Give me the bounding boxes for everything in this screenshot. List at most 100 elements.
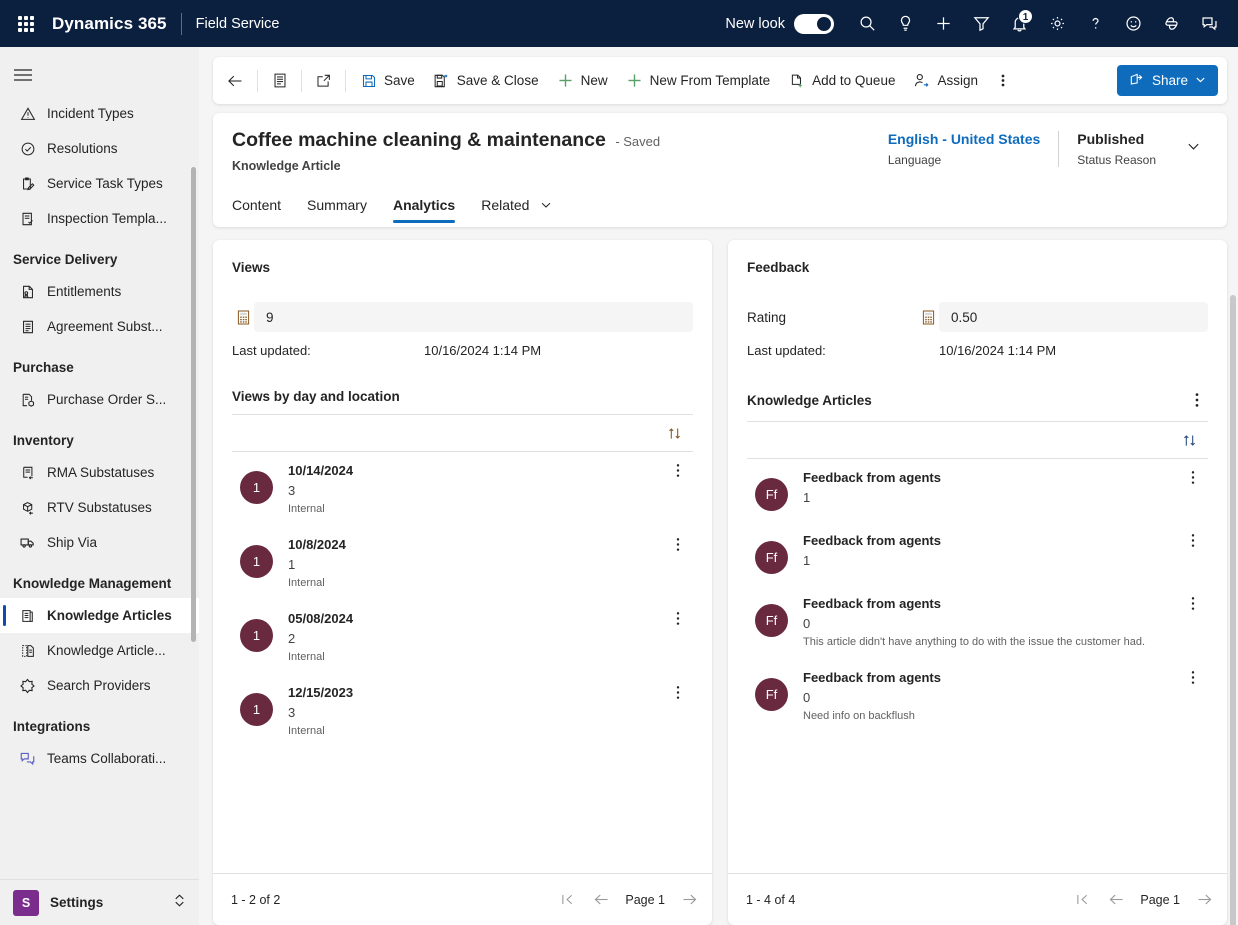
sidebar-item-search-providers[interactable]: Search Providers xyxy=(0,668,199,703)
main-scrollbar[interactable] xyxy=(1230,295,1236,925)
feedback-panel: Feedback Rating 0.50 Last updated: 10/16… xyxy=(728,240,1227,925)
sidebar-item-resolutions[interactable]: Resolutions xyxy=(0,131,199,166)
feedback-last-updated-value: 10/16/2024 1:14 PM xyxy=(939,343,1057,359)
table-row[interactable]: Ff Feedback from agents 0 This article d… xyxy=(747,585,1208,659)
table-row[interactable]: 1 10/8/2024 1 Internal xyxy=(232,526,693,600)
first-page-icon[interactable] xyxy=(554,887,580,913)
first-page-icon[interactable] xyxy=(1069,887,1095,913)
status-badge[interactable]: Published xyxy=(1077,131,1156,147)
save-label: Save xyxy=(384,73,415,88)
question-icon[interactable] xyxy=(1076,5,1114,43)
row-more-options-icon[interactable] xyxy=(1182,533,1204,559)
bell-icon[interactable]: 1 xyxy=(1000,5,1038,43)
gear-icon[interactable] xyxy=(1038,5,1076,43)
table-row[interactable]: Ff Feedback from agents 1 xyxy=(747,459,1208,522)
views-panel-title: Views xyxy=(232,260,271,276)
document-lines-icon xyxy=(19,318,36,335)
row-more-options-icon[interactable] xyxy=(667,463,689,489)
table-row[interactable]: Ff Feedback from agents 1 xyxy=(747,522,1208,585)
row-more-options-icon[interactable] xyxy=(667,685,689,711)
sidebar-item-purchase-order-substatuses[interactable]: Purchase Order S... xyxy=(0,382,199,417)
row-body: Feedback from agents 0 This article didn… xyxy=(788,596,1182,648)
search-icon[interactable] xyxy=(848,5,886,43)
header-field-language[interactable]: English - United States Language xyxy=(870,131,1058,167)
sidebar-scrollbar[interactable] xyxy=(191,167,196,642)
feedback-record-count: 1 - 4 of 4 xyxy=(746,892,796,907)
back-arrow-icon[interactable] xyxy=(219,64,252,97)
feedback-icon[interactable] xyxy=(1190,5,1228,43)
views-count-field: 9 xyxy=(254,302,693,333)
row-body: 10/14/2024 3 Internal xyxy=(273,463,667,515)
sort-icon[interactable] xyxy=(661,420,687,446)
sidebar-item-incident-types[interactable]: Incident Types xyxy=(0,96,199,131)
save-and-close-label: Save & Close xyxy=(456,73,539,88)
sidebar-footer-settings[interactable]: S Settings xyxy=(0,879,199,925)
sidebar-item-rma-substatuses[interactable]: RMA Substatuses xyxy=(0,455,199,490)
sidebar-item-service-task-types[interactable]: Service Task Types xyxy=(0,166,199,201)
share-button[interactable]: Share xyxy=(1116,65,1218,96)
table-row[interactable]: 1 05/08/2024 2 Internal xyxy=(232,600,693,674)
teams-icon xyxy=(19,750,36,767)
rating-metric-row: Rating 0.50 xyxy=(747,302,1208,333)
waffle-icon[interactable] xyxy=(8,6,44,42)
tab-related[interactable]: Related xyxy=(468,189,565,227)
new-from-template-button[interactable]: New From Template xyxy=(617,64,780,97)
hamburger-menu-icon[interactable] xyxy=(0,54,199,96)
feedback-count: 0 xyxy=(803,616,811,632)
open-in-new-icon[interactable] xyxy=(307,64,340,97)
sidebar-item-inspection-templates[interactable]: Inspection Templa... xyxy=(0,201,199,236)
sidebar-item-agreement-substatuses[interactable]: Agreement Subst... xyxy=(0,309,199,344)
more-options-icon[interactable] xyxy=(987,64,1018,97)
sidebar-item-ship-via[interactable]: Ship Via xyxy=(0,525,199,560)
tab-content[interactable]: Content xyxy=(232,189,294,227)
table-row[interactable]: 1 10/14/2024 3 Internal xyxy=(232,452,693,526)
tab-summary[interactable]: Summary xyxy=(294,189,380,227)
previous-page-icon[interactable] xyxy=(588,887,614,913)
expand-chevron-icon[interactable] xyxy=(172,893,187,913)
add-to-queue-button[interactable]: Add to Queue xyxy=(779,64,904,97)
grid-more-options-icon[interactable] xyxy=(1186,389,1208,411)
row-body: Feedback from agents 0 Need info on back… xyxy=(788,670,1182,722)
next-page-icon[interactable] xyxy=(676,887,702,913)
header-field-status-reason[interactable]: Published Status Reason xyxy=(1058,131,1174,167)
new-look-label: New look xyxy=(725,15,785,32)
row-body: 12/15/2023 3 Internal xyxy=(273,685,667,737)
sidebar-item-entitlements[interactable]: Entitlements xyxy=(0,274,199,309)
table-row[interactable]: 1 12/15/2023 3 Internal xyxy=(232,674,693,748)
header-expand-chevron-icon[interactable] xyxy=(1178,131,1208,161)
feedback-count: 0 xyxy=(803,690,811,706)
sort-icon[interactable] xyxy=(1176,427,1202,453)
row-more-options-icon[interactable] xyxy=(667,611,689,637)
assign-button[interactable]: Assign xyxy=(904,64,987,97)
row-more-options-icon[interactable] xyxy=(1182,670,1204,696)
row-more-options-icon[interactable] xyxy=(667,537,689,563)
save-button[interactable]: Save xyxy=(351,64,424,97)
new-button[interactable]: New xyxy=(548,64,617,97)
lightbulb-icon[interactable] xyxy=(886,5,924,43)
form-list-icon[interactable] xyxy=(263,64,296,97)
previous-page-icon[interactable] xyxy=(1103,887,1129,913)
new-look-toggle-group[interactable]: New look xyxy=(725,13,834,34)
sidebar-item-teams-collaboration[interactable]: Teams Collaborati... xyxy=(0,741,199,776)
copilot-icon[interactable] xyxy=(1152,5,1190,43)
save-and-close-button[interactable]: Save & Close xyxy=(424,64,548,97)
language-value[interactable]: English - United States xyxy=(888,131,1040,147)
sidebar-item-knowledge-article-templates[interactable]: Knowledge Article... xyxy=(0,633,199,668)
smiley-icon[interactable] xyxy=(1114,5,1152,43)
tab-analytics[interactable]: Analytics xyxy=(380,189,468,227)
plus-icon[interactable] xyxy=(924,5,962,43)
app-name[interactable]: Field Service xyxy=(196,16,280,32)
row-body: 10/8/2024 1 Internal xyxy=(273,537,667,589)
row-more-options-icon[interactable] xyxy=(1182,470,1204,496)
check-circle-icon xyxy=(19,140,36,157)
new-look-toggle[interactable] xyxy=(794,13,834,34)
brand-title[interactable]: Dynamics 365 xyxy=(52,14,167,34)
tab-label: Related xyxy=(481,197,530,213)
table-row[interactable]: Ff Feedback from agents 0 Need info on b… xyxy=(747,659,1208,733)
new-label: New xyxy=(580,73,608,88)
next-page-icon[interactable] xyxy=(1191,887,1217,913)
sidebar-item-knowledge-articles[interactable]: Knowledge Articles xyxy=(0,598,199,633)
filter-icon[interactable] xyxy=(962,5,1000,43)
sidebar-item-rtv-substatuses[interactable]: RTV Substatuses xyxy=(0,490,199,525)
row-more-options-icon[interactable] xyxy=(1182,596,1204,622)
